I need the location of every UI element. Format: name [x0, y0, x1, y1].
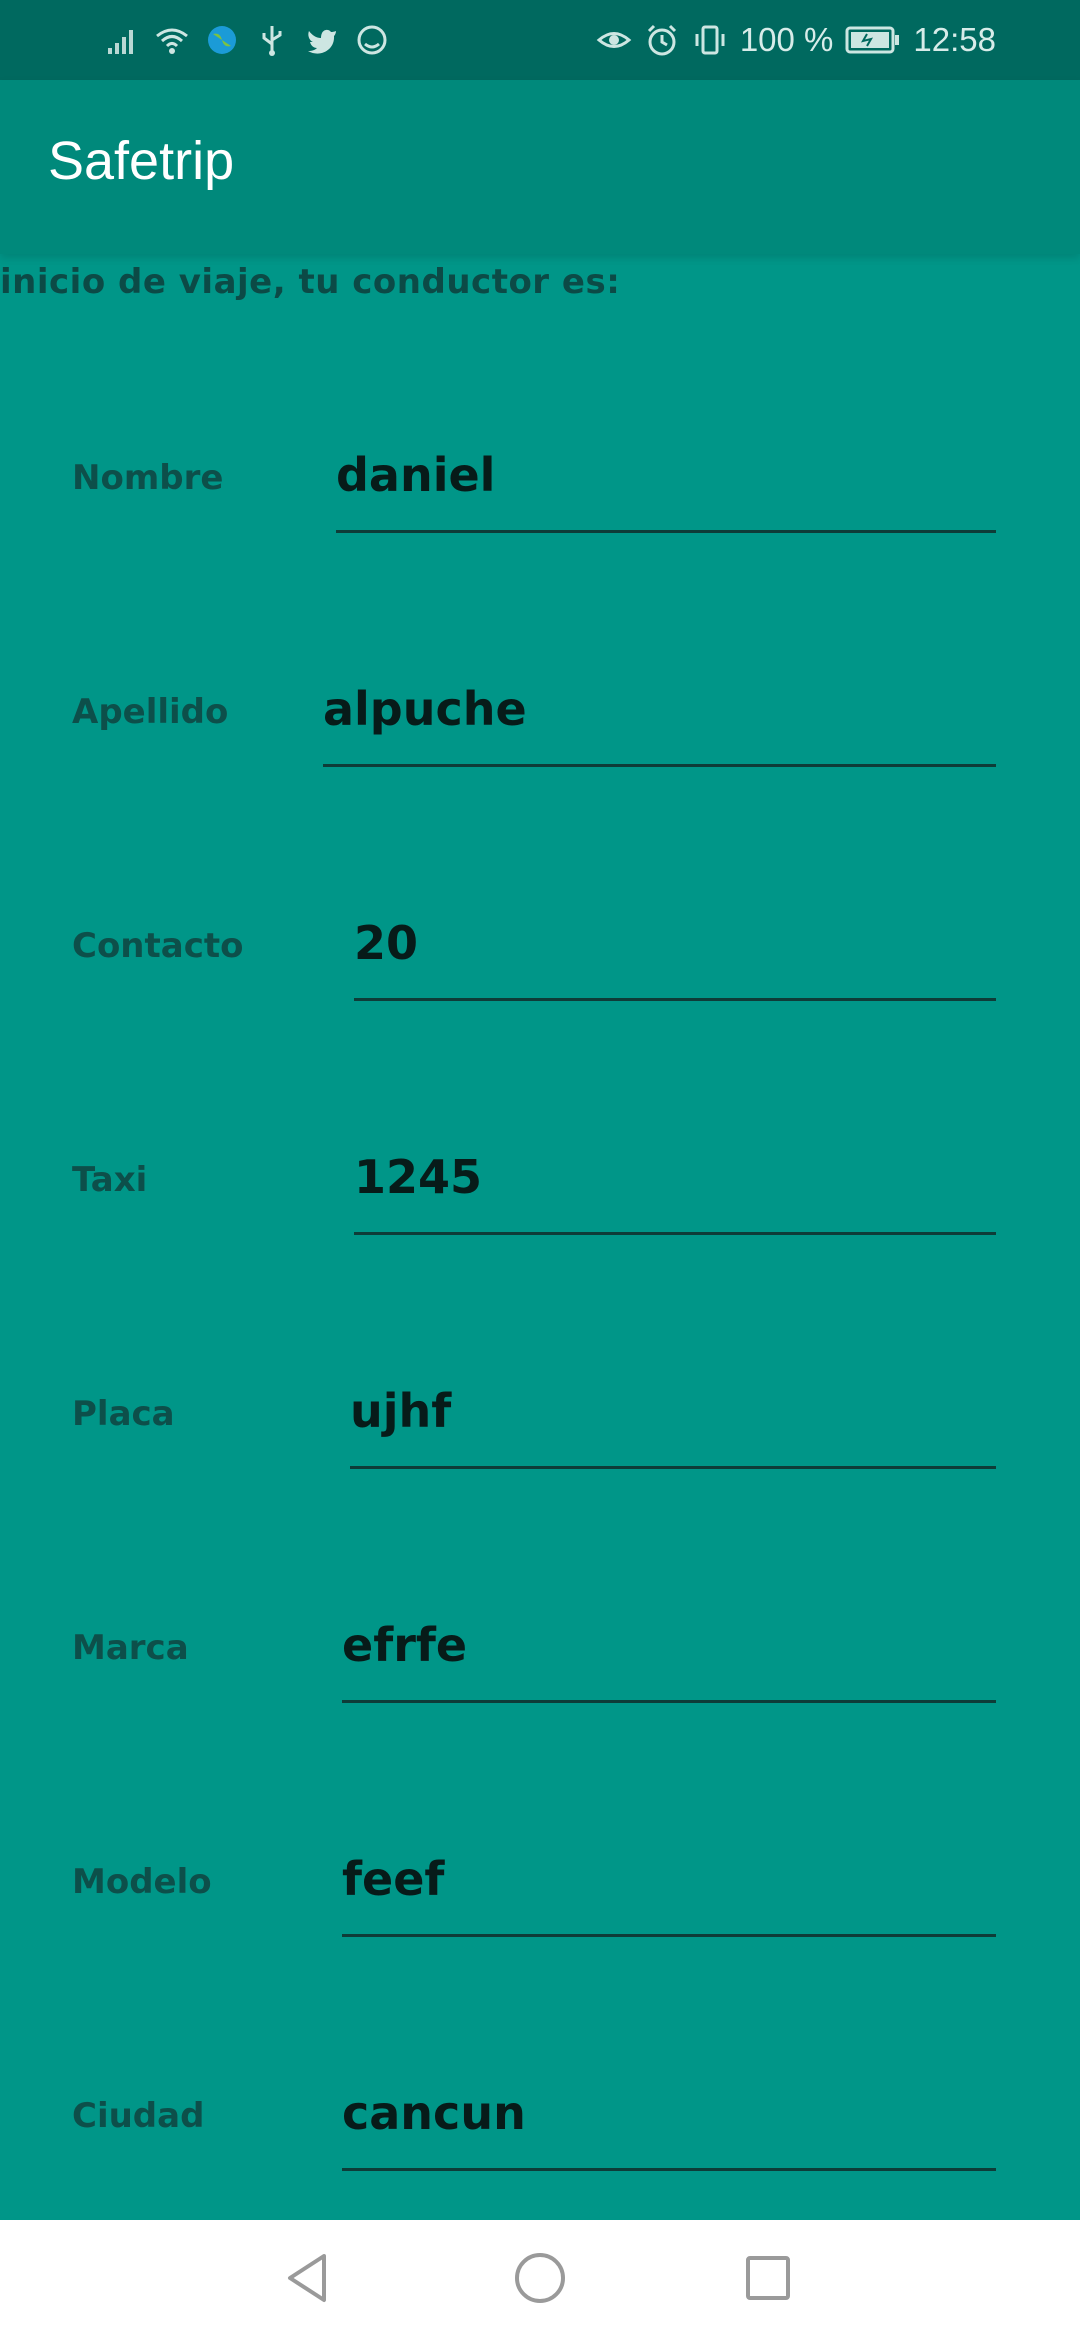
field-underline — [354, 1232, 996, 1235]
app-bar: Safetrip — [0, 80, 1080, 254]
field-underline — [342, 1934, 996, 1937]
field-underline — [350, 1466, 996, 1469]
field-value-apellido[interactable]: alpuche — [323, 682, 527, 736]
field-value-contacto[interactable]: 20 — [354, 916, 418, 970]
status-right-icons: 100 % 12:58 — [596, 18, 996, 62]
back-button[interactable] — [276, 2248, 340, 2312]
recents-icon — [736, 2246, 800, 2314]
status-bar: 100 % 12:58 — [0, 0, 1080, 80]
battery-icon — [845, 25, 901, 55]
app-title: Safetrip — [48, 131, 235, 191]
field-value-nombre[interactable]: daniel — [336, 448, 495, 502]
field-label-marca: Marca — [72, 1628, 189, 1668]
field-label-contacto: Contacto — [72, 926, 244, 966]
usb-icon — [254, 22, 290, 58]
status-left-icons — [104, 18, 390, 62]
twitter-icon — [304, 22, 340, 58]
back-icon — [276, 2246, 340, 2314]
navigation-bar — [0, 2220, 1080, 2340]
wifi-icon — [154, 22, 190, 58]
field-underline — [336, 530, 996, 533]
field-underline — [342, 1700, 996, 1703]
globe-icon — [204, 22, 240, 58]
field-label-apellido: Apellido — [72, 692, 229, 732]
field-value-marca[interactable]: efrfe — [342, 1618, 467, 1672]
home-button[interactable] — [508, 2248, 572, 2312]
status-time: 12:58 — [913, 21, 996, 58]
signal-icon — [104, 22, 140, 58]
sync-icon — [354, 22, 390, 58]
alarm-icon — [644, 22, 680, 58]
field-label-modelo: Modelo — [72, 1862, 212, 1902]
field-underline — [342, 2168, 996, 2171]
field-value-taxi[interactable]: 1245 — [354, 1150, 482, 1204]
home-icon — [508, 2246, 572, 2314]
field-label-taxi: Taxi — [72, 1160, 148, 1200]
trip-intro-text: inicio de viaje, tu conductor es: — [0, 262, 621, 302]
field-label-ciudad: Ciudad — [72, 2096, 205, 2136]
eye-icon — [596, 22, 632, 58]
field-value-placa[interactable]: ujhf — [350, 1384, 451, 1438]
field-label-nombre: Nombre — [72, 458, 224, 498]
field-underline — [354, 998, 996, 1001]
recents-button[interactable] — [736, 2248, 800, 2312]
vibrate-icon — [692, 22, 728, 58]
field-value-ciudad[interactable]: cancun — [342, 2086, 526, 2140]
field-underline — [323, 764, 996, 767]
field-value-modelo[interactable]: feef — [342, 1852, 444, 1906]
field-label-placa: Placa — [72, 1394, 175, 1434]
battery-percentage: 100 % — [739, 21, 834, 58]
